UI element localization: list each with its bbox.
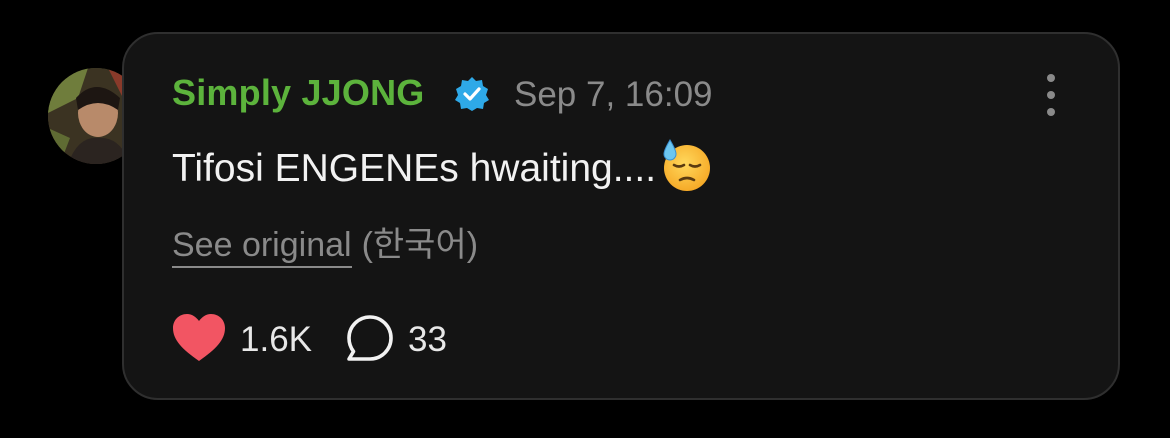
original-language: (한국어) xyxy=(361,226,479,264)
downcast-face-with-sweat-emoji xyxy=(660,138,712,192)
post-text: Tifosi ENGENEs hwaiting.... xyxy=(172,139,712,196)
like-count: 1.6K xyxy=(240,320,312,359)
more-dot xyxy=(1047,91,1055,99)
comment-bubble-icon xyxy=(346,314,394,367)
verified-badge-icon xyxy=(454,76,490,112)
post-card: Simply JJONG Sep 7, 16:09 Tifosi ENGENEs… xyxy=(122,32,1120,400)
like-button[interactable]: 1.6K xyxy=(172,313,312,368)
more-dot xyxy=(1047,108,1055,116)
comment-button[interactable]: 33 xyxy=(346,314,447,367)
author-name[interactable]: Simply JJONG xyxy=(172,72,424,114)
heart-icon xyxy=(172,313,226,368)
post-text-content: Tifosi ENGENEs hwaiting.... xyxy=(172,147,657,190)
translation-note: See original (한국어) xyxy=(172,217,479,268)
post-timestamp: Sep 7, 16:09 xyxy=(514,75,713,114)
comment-count: 33 xyxy=(408,320,447,359)
more-dot xyxy=(1047,74,1055,82)
post-actions: 1.6K 33 xyxy=(172,312,447,368)
more-vertical-icon[interactable] xyxy=(1034,72,1068,118)
see-original-link[interactable]: See original xyxy=(172,226,352,268)
